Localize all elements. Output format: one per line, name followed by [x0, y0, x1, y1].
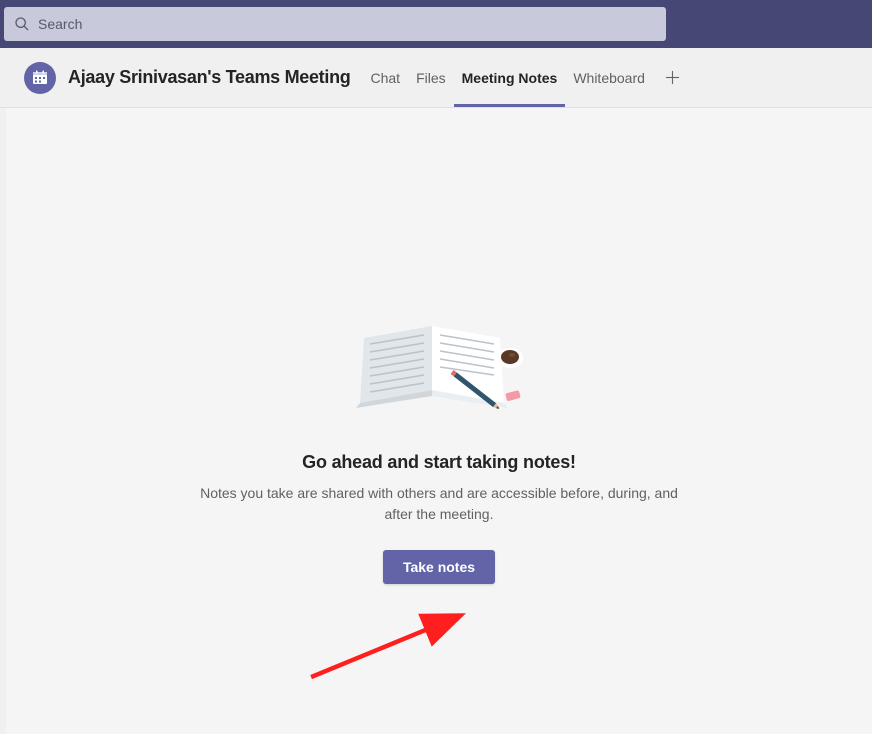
empty-state: Go ahead and start taking notes! Notes y…: [189, 318, 689, 584]
topbar: [0, 0, 872, 48]
tab-chat[interactable]: Chat: [362, 48, 408, 107]
meeting-header: Ajaay Srinivasan's Teams Meeting Chat Fi…: [0, 48, 872, 108]
tab-meeting-notes[interactable]: Meeting Notes: [454, 48, 566, 107]
add-tab-button[interactable]: [653, 70, 692, 85]
empty-title: Go ahead and start taking notes!: [189, 452, 689, 473]
empty-description: Notes you take are shared with others an…: [189, 483, 689, 524]
tabs: Chat Files Meeting Notes Whiteboard: [362, 48, 691, 107]
tab-whiteboard[interactable]: Whiteboard: [565, 48, 653, 107]
search-icon: [14, 16, 30, 32]
meeting-title: Ajaay Srinivasan's Teams Meeting: [68, 67, 350, 88]
plus-icon: [665, 70, 680, 85]
notebook-illustration: [354, 318, 524, 428]
calendar-icon: [24, 62, 56, 94]
take-notes-button[interactable]: Take notes: [383, 550, 495, 584]
search-field[interactable]: [38, 16, 656, 32]
search-input[interactable]: [4, 7, 666, 41]
tab-files[interactable]: Files: [408, 48, 454, 107]
content-area: Go ahead and start taking notes! Notes y…: [6, 108, 872, 734]
